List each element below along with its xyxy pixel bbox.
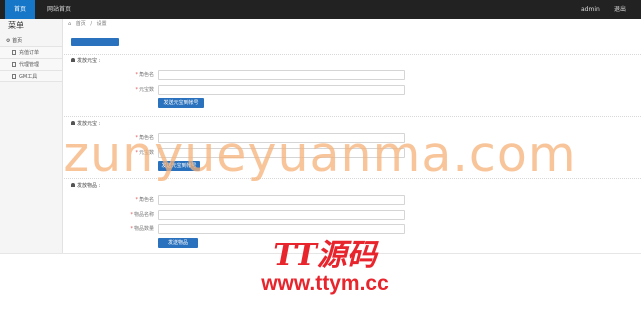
document-icon — [12, 50, 16, 55]
user-icon — [71, 121, 75, 125]
sidebar-item-recharge-orders[interactable]: 充值订单 — [0, 46, 62, 58]
nav-username[interactable]: admin — [581, 0, 600, 19]
field-label: *角色名 — [135, 72, 154, 78]
sidebar-item-label: 代理管理 — [19, 62, 40, 68]
section-header: 发放元宝 : — [71, 57, 100, 64]
send-item-button[interactable]: 发送物品 — [158, 238, 198, 248]
sidebar-item-label: GM工具 — [19, 74, 38, 80]
section-title: 发放物品 : — [77, 183, 101, 189]
user-icon — [71, 58, 75, 62]
watermark-logo-title: TT源码 — [273, 238, 377, 273]
sidebar-title: 菜单 — [8, 21, 24, 30]
field-label: *物品数量 — [130, 226, 154, 232]
sidebar-item-home[interactable]: ⚙ 首页 — [6, 37, 22, 44]
field-label: *角色名 — [135, 197, 154, 203]
top-action-button[interactable] — [71, 38, 119, 46]
section-divider — [64, 54, 641, 55]
home-icon: ⌂ — [68, 21, 72, 27]
top-navbar: 首页 网站首页 admin 退出 — [0, 0, 641, 19]
breadcrumb: ⌂ 首页 / 设置 — [68, 20, 110, 27]
sidebar-item-label: 首页 — [12, 38, 23, 44]
document-icon — [12, 74, 16, 79]
watermark-logo: TT源码 www.ttym.cc — [210, 239, 440, 295]
field-label: *元宝数 — [135, 87, 154, 93]
document-icon — [12, 62, 16, 67]
sidebar-item-label: 充值订单 — [19, 50, 40, 56]
sidebar-item-gm-tools[interactable]: GM工具 — [0, 70, 62, 82]
section-header: 发放物品 : — [71, 182, 100, 189]
section-divider — [64, 116, 641, 117]
role-name-input[interactable] — [158, 195, 405, 205]
breadcrumb-separator: / — [90, 21, 93, 27]
nav-home-link[interactable]: 首页 — [5, 0, 35, 19]
item-name-input[interactable] — [158, 210, 405, 220]
item-quantity-input[interactable] — [158, 224, 405, 234]
gear-icon: ⚙ — [6, 38, 11, 44]
breadcrumb-current: 设置 — [96, 21, 107, 27]
sidebar-item-agent-management[interactable]: 代理管理 — [0, 58, 62, 70]
field-label: *物品名称 — [130, 212, 154, 218]
breadcrumb-home[interactable]: 首页 — [76, 21, 86, 27]
role-name-input[interactable] — [158, 70, 405, 80]
send-ingot-button[interactable]: 发送元宝到帐号 — [158, 98, 204, 108]
nav-site-home-link[interactable]: 网站首页 — [47, 0, 71, 19]
section-title: 发放元宝 : — [77, 58, 101, 64]
watermark-text: zunyueyuanma.com — [63, 126, 577, 183]
ingot-amount-input[interactable] — [158, 85, 405, 95]
watermark-logo-url: www.ttym.cc — [261, 272, 389, 295]
nav-logout-link[interactable]: 退出 — [614, 0, 626, 19]
user-icon — [71, 183, 75, 187]
